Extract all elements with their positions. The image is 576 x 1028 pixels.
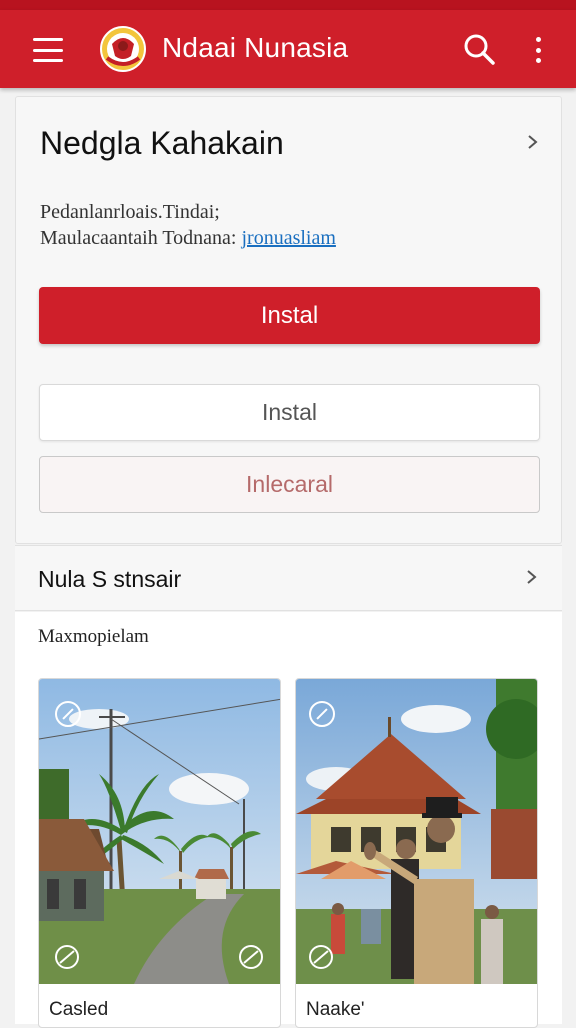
install-primary-button[interactable]: Instal — [39, 287, 540, 344]
select-toggle-icon[interactable] — [309, 701, 335, 727]
search-icon[interactable] — [462, 32, 496, 66]
select-toggle-icon[interactable] — [55, 701, 81, 727]
photo-caption: Casled — [49, 999, 109, 1020]
gallery-subtitle: Maxmopielam — [38, 626, 149, 647]
app-detail-card: Nedgla Kahakain Pedanlanrloais.Tindai; M… — [15, 96, 562, 544]
info-line-2-label: Maulacaantaih Todnana: — [40, 227, 242, 249]
info-line-1: Pedanlanrloais.Tindai; — [40, 201, 220, 223]
outline-button[interactable]: Inlecaral — [39, 456, 540, 513]
traditional-house-photo — [296, 679, 537, 984]
photo-caption: Naake' — [306, 999, 365, 1020]
app-title: Ndaai Nunasia — [162, 32, 349, 63]
section-title: Nula S stnsair — [38, 566, 182, 592]
install-secondary-button[interactable]: Instal — [39, 384, 540, 441]
app-bar: Ndaai Nunasia — [0, 10, 576, 88]
hamburger-menu-icon[interactable] — [30, 36, 66, 64]
emblem-logo — [98, 24, 148, 74]
status-bar — [0, 0, 576, 10]
info-link[interactable]: jronuasliam — [241, 227, 335, 249]
section-header[interactable]: Nula S stnsair — [15, 545, 562, 611]
more-vert-icon[interactable] — [526, 34, 550, 66]
card-title: Nedgla Kahakain — [40, 125, 284, 161]
photo-card[interactable]: Naake' — [295, 678, 538, 1028]
info-line-2: Maulacaantaih Todnana: jronuasliam — [40, 227, 336, 250]
gallery-section: Maxmopielam Casled Naake' — [15, 612, 562, 1028]
photo-card[interactable]: Casled — [38, 678, 281, 1028]
chevron-right-icon[interactable] — [525, 570, 539, 584]
chevron-right-icon[interactable] — [526, 135, 540, 149]
